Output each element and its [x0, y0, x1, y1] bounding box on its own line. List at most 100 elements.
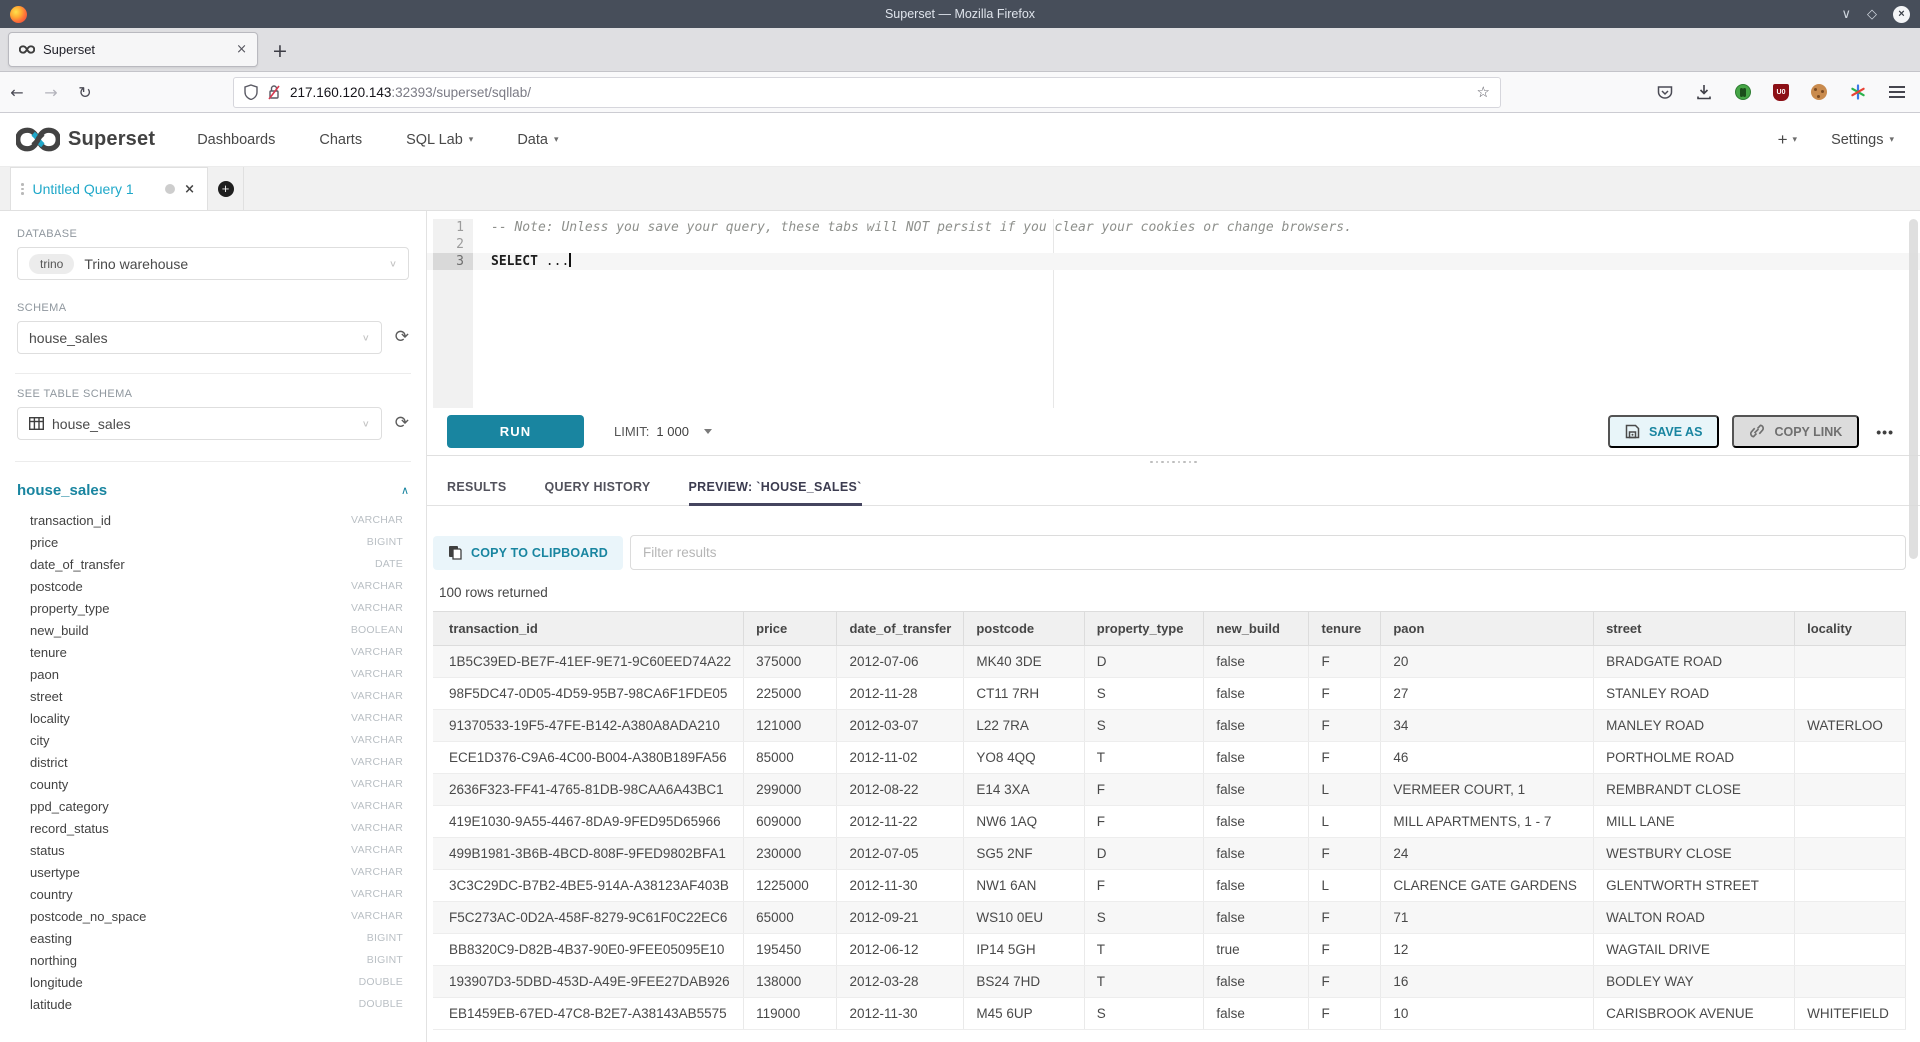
- table-row: 91370533-19F5-47FE-B142-A380A8ADA2101210…: [433, 710, 1906, 742]
- nav-sql-lab[interactable]: SQL Lab▾: [406, 132, 473, 148]
- table-cell: F: [1309, 838, 1381, 870]
- more-options-button[interactable]: •••: [1876, 424, 1894, 440]
- back-button[interactable]: ←: [0, 83, 34, 102]
- query-tab-active[interactable]: Untitled Query 1 ×: [10, 167, 208, 210]
- column-header[interactable]: price: [744, 612, 837, 646]
- table-cell: 71: [1381, 902, 1594, 934]
- table-schema-title[interactable]: house_sales: [17, 482, 401, 499]
- privacy-badger-icon[interactable]: [1734, 83, 1752, 101]
- schema-column-name: country: [30, 887, 351, 902]
- add-query-tab-button[interactable]: +: [208, 167, 244, 210]
- schema-column-row: latitudeDOUBLE: [17, 993, 409, 1015]
- nav-data[interactable]: Data▾: [517, 132, 558, 148]
- scrollbar-thumb[interactable]: [1909, 219, 1918, 559]
- run-query-button[interactable]: RUN: [447, 415, 584, 448]
- table-cell: S: [1084, 678, 1204, 710]
- collapse-chevron-up-icon[interactable]: ∧: [401, 484, 409, 497]
- sql-toolbar: RUN LIMIT: 1 000 SAVE AS COPY LINK •••: [427, 408, 1920, 456]
- save-as-button[interactable]: SAVE AS: [1608, 415, 1720, 448]
- table-cell: 2012-06-12: [837, 934, 964, 966]
- table-cell: 20: [1381, 646, 1594, 678]
- url-field[interactable]: 217.160.120.143:32393/superset/sqllab/ ☆: [233, 77, 1501, 108]
- table-cell: F: [1309, 742, 1381, 774]
- window-close-button[interactable]: ×: [1893, 6, 1910, 23]
- table-cell: WATERLOO: [1795, 710, 1906, 742]
- pocket-icon[interactable]: [1656, 83, 1674, 101]
- reload-button[interactable]: ↻: [68, 83, 102, 102]
- column-header[interactable]: locality: [1795, 612, 1906, 646]
- schema-column-name: postcode: [30, 579, 351, 594]
- table-cell: F: [1309, 710, 1381, 742]
- limit-dropdown[interactable]: LIMIT: 1 000: [614, 424, 712, 439]
- table-cell: L: [1309, 774, 1381, 806]
- window-maximize-button[interactable]: ◇: [1867, 8, 1877, 21]
- download-icon[interactable]: [1695, 83, 1713, 101]
- nav-charts[interactable]: Charts: [319, 132, 362, 148]
- settings-menu[interactable]: Settings▾: [1831, 132, 1894, 148]
- database-select[interactable]: trino Trino warehouse ∨: [17, 247, 409, 280]
- column-header[interactable]: transaction_id: [433, 612, 744, 646]
- column-header[interactable]: tenure: [1309, 612, 1381, 646]
- schema-column-name: usertype: [30, 865, 351, 880]
- table-cell: 98F5DC47-0D05-4D59-95B7-98CA6F1FDE05: [433, 678, 744, 710]
- query-status-dot: [165, 184, 175, 194]
- cookie-addon-icon[interactable]: [1810, 83, 1828, 101]
- tab-query-history[interactable]: QUERY HISTORY: [545, 468, 651, 505]
- schema-column-row: northingBIGINT: [17, 949, 409, 971]
- schema-column-type: VARCHAR: [351, 888, 403, 900]
- tab-results[interactable]: RESULTS: [447, 468, 507, 505]
- query-tab-close-icon[interactable]: ×: [184, 182, 195, 197]
- ublock-origin-icon[interactable]: U0: [1773, 84, 1789, 101]
- table-select[interactable]: house_sales ∨: [17, 407, 382, 440]
- copy-link-button[interactable]: COPY LINK: [1732, 415, 1859, 448]
- filter-results-input[interactable]: [630, 535, 1906, 570]
- add-new-button[interactable]: +▾: [1778, 130, 1797, 150]
- superset-logo[interactable]: Superset: [16, 127, 155, 152]
- table-cell: 2012-07-06: [837, 646, 964, 678]
- table-cell: [1795, 966, 1906, 998]
- column-header[interactable]: postcode: [964, 612, 1084, 646]
- forward-button[interactable]: →: [34, 83, 68, 102]
- browser-url-bar: ← → ↻ 217.160.120.143:32393/superset/sql…: [0, 72, 1920, 113]
- schema-column-row: transaction_idVARCHAR: [17, 509, 409, 531]
- schema-column-type: VARCHAR: [351, 712, 403, 724]
- container-asterisk-icon[interactable]: [1849, 83, 1867, 101]
- schema-column-row: record_statusVARCHAR: [17, 817, 409, 839]
- column-header[interactable]: new_build: [1204, 612, 1309, 646]
- schema-column-type: BIGINT: [367, 932, 403, 944]
- schema-column-name: latitude: [30, 997, 359, 1012]
- column-header[interactable]: street: [1594, 612, 1795, 646]
- pane-resize-handle[interactable]: [427, 456, 1920, 468]
- column-header[interactable]: property_type: [1084, 612, 1204, 646]
- schema-column-row: ppd_categoryVARCHAR: [17, 795, 409, 817]
- browser-tab[interactable]: Superset ×: [8, 32, 258, 67]
- copy-to-clipboard-button[interactable]: COPY TO CLIPBOARD: [433, 536, 623, 570]
- menu-hamburger-icon[interactable]: [1888, 83, 1906, 101]
- schema-select[interactable]: house_sales ∨: [17, 321, 382, 354]
- table-cell: false: [1204, 710, 1309, 742]
- new-tab-button[interactable]: +: [272, 42, 288, 61]
- table-cell: BS24 7HD: [964, 966, 1084, 998]
- refresh-table-icon[interactable]: ⟳: [395, 415, 409, 432]
- table-cell: 10: [1381, 998, 1594, 1030]
- schema-column-type: VARCHAR: [351, 800, 403, 812]
- browser-titlebar: Superset — Mozilla Firefox ∨ ◇ ×: [0, 0, 1920, 28]
- table-cell: BODLEY WAY: [1594, 966, 1795, 998]
- column-header[interactable]: date_of_transfer: [837, 612, 964, 646]
- browser-tab-close-icon[interactable]: ×: [236, 42, 247, 57]
- table-cell: T: [1084, 934, 1204, 966]
- tab-preview-house-sales[interactable]: PREVIEW: `HOUSE_SALES`: [689, 468, 862, 505]
- bookmark-star-icon[interactable]: ☆: [1477, 83, 1490, 101]
- table-cell: MK40 3DE: [964, 646, 1084, 678]
- table-cell: E14 3XA: [964, 774, 1084, 806]
- sql-editor[interactable]: 1 -- Note: Unless you save your query, t…: [427, 211, 1920, 408]
- drag-handle-icon[interactable]: [21, 183, 24, 195]
- table-cell: S: [1084, 902, 1204, 934]
- window-minimize-button[interactable]: ∨: [1841, 8, 1851, 21]
- refresh-schema-icon[interactable]: ⟳: [395, 329, 409, 346]
- table-cell: 3C3C29DC-B7B2-4BE5-914A-A38123AF403B: [433, 870, 744, 902]
- table-cell: WALTON ROAD: [1594, 902, 1795, 934]
- column-header[interactable]: paon: [1381, 612, 1594, 646]
- schema-column-name: price: [30, 535, 367, 550]
- nav-dashboards[interactable]: Dashboards: [197, 132, 275, 148]
